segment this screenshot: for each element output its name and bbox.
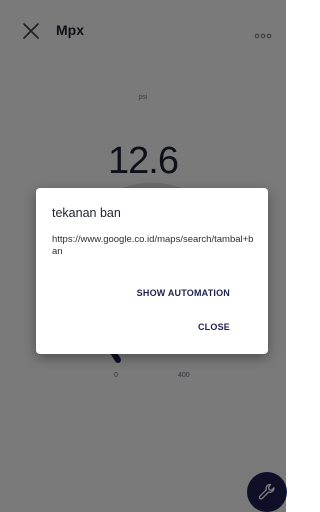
dialog-message: https://www.google.co.id/maps/search/tam… xyxy=(52,234,254,257)
show-automation-button[interactable]: SHOW AUTOMATION xyxy=(137,288,230,298)
alert-dialog: tekanan ban https://www.google.co.id/map… xyxy=(36,188,268,354)
dialog-close-button[interactable]: CLOSE xyxy=(198,322,230,332)
dialog-title: tekanan ban xyxy=(52,206,121,220)
